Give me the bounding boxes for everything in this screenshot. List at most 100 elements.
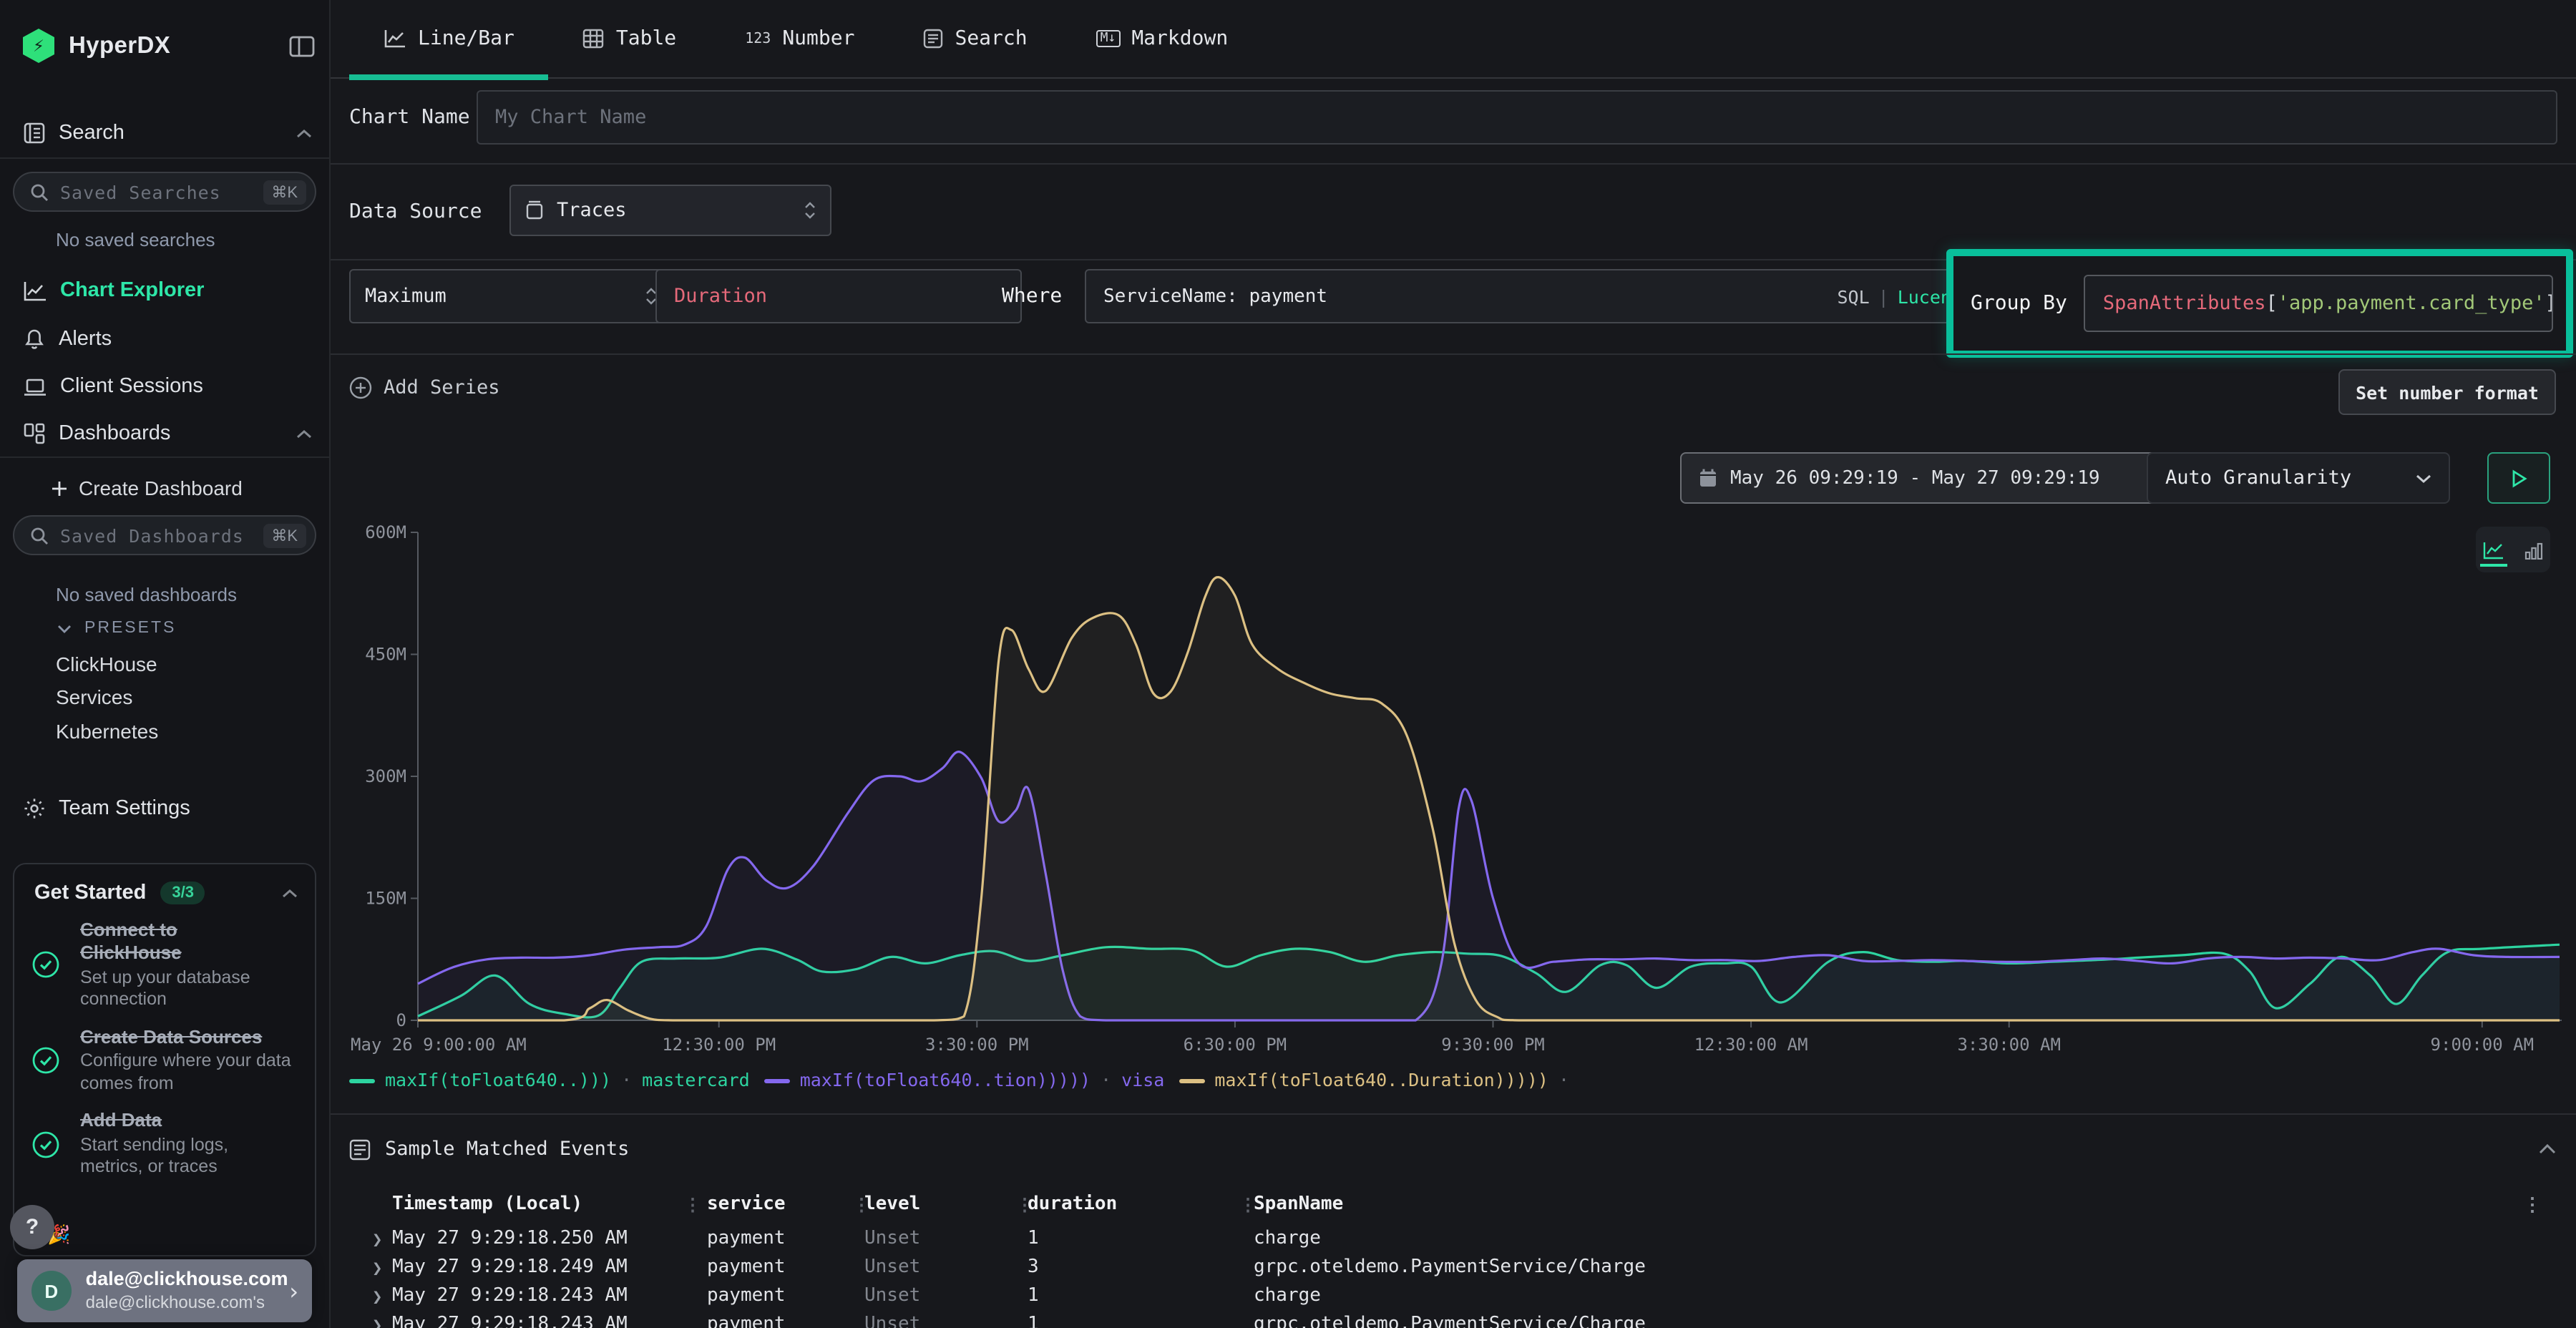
column-header[interactable]: Timestamp (Local) bbox=[392, 1193, 582, 1215]
help-button[interactable]: ? bbox=[10, 1205, 54, 1249]
table-row[interactable]: ❯May 27 9:29:18.243 AMpaymentUnset1charg… bbox=[329, 1285, 2576, 1314]
where-input[interactable]: ServiceName: payment SQL|Lucene bbox=[1085, 269, 1978, 323]
get-started-item[interactable]: Add DataStart sending logs, metrics, or … bbox=[14, 1095, 315, 1179]
list-icon bbox=[349, 1138, 371, 1160]
sidebar-item-team-settings[interactable]: Team Settings bbox=[23, 790, 312, 827]
get-started-item-subtitle: Configure where your data comes from bbox=[80, 1050, 295, 1095]
data-source-select[interactable]: Traces bbox=[509, 185, 831, 236]
team-settings-label: Team Settings bbox=[59, 797, 190, 820]
chart-legend: maxIf(toFloat640..)))·mastercard maxIf(to… bbox=[349, 1065, 1594, 1093]
legend-item[interactable]: maxIf(toFloat640..)))·mastercard bbox=[349, 1068, 750, 1090]
line-chart-icon bbox=[384, 29, 406, 49]
chart-name-input[interactable] bbox=[477, 90, 2557, 145]
tab-label: Markdown bbox=[1131, 27, 1228, 50]
svg-text:12:30:00 AM: 12:30:00 AM bbox=[1694, 1035, 1808, 1055]
column-header[interactable]: SpanName bbox=[1254, 1193, 1343, 1215]
granularity-value: Auto Granularity bbox=[2165, 467, 2351, 489]
table-cell: grpc.oteldemo.PaymentService/Charge bbox=[1254, 1256, 1646, 1278]
table-cell: charge bbox=[1254, 1228, 1321, 1249]
aggregation-value: Maximum bbox=[365, 285, 447, 308]
legend-swatch bbox=[764, 1078, 790, 1083]
tab-number[interactable]: 123 Number bbox=[711, 0, 889, 77]
table-cell: May 27 9:29:18.243 AM bbox=[392, 1285, 628, 1307]
user-email: dale@clickhouse.com bbox=[86, 1268, 287, 1292]
events-panel-header[interactable]: Sample Matched Events bbox=[349, 1131, 2556, 1168]
preset-item-kubernetes[interactable]: Kubernetes bbox=[56, 720, 158, 743]
field-input[interactable]: Duration bbox=[655, 269, 1022, 323]
column-header[interactable]: service bbox=[707, 1193, 786, 1215]
row-expand-icon[interactable]: ❯ bbox=[372, 1286, 382, 1307]
sidebar-item-client-sessions[interactable]: Client Sessions bbox=[23, 368, 312, 405]
create-dashboard-button[interactable]: Create Dashboard bbox=[52, 477, 243, 499]
get-started-item-subtitle: Set up your database connection bbox=[80, 967, 280, 1012]
preset-item-clickhouse[interactable]: ClickHouse bbox=[56, 653, 157, 675]
table-cell: Unset bbox=[864, 1314, 920, 1328]
chevron-up-icon[interactable] bbox=[2539, 1143, 2556, 1155]
add-series-button[interactable]: Add Series bbox=[349, 376, 500, 399]
table-row[interactable]: ❯May 27 9:29:18.250 AMpaymentUnset1charg… bbox=[329, 1228, 2576, 1256]
tab-markdown[interactable]: M↓ Markdown bbox=[1062, 0, 1263, 77]
svg-text:3:30:00 PM: 3:30:00 PM bbox=[925, 1035, 1029, 1055]
chevron-right-icon: › bbox=[287, 1277, 301, 1304]
sql-option[interactable]: SQL bbox=[1837, 285, 1869, 307]
logo-row: ⚡ HyperDX bbox=[23, 23, 315, 69]
user-profile-chip[interactable]: D dale@clickhouse.com dale@clickhouse.co… bbox=[17, 1259, 312, 1322]
row-expand-icon[interactable]: ❯ bbox=[372, 1258, 382, 1278]
legend-swatch bbox=[1179, 1078, 1204, 1083]
table-row[interactable]: ❯May 27 9:29:18.243 AMpaymentUnset1grpc.… bbox=[329, 1314, 2576, 1328]
database-icon bbox=[525, 200, 544, 220]
set-number-format-button[interactable]: Set number format bbox=[2338, 369, 2556, 415]
aggregation-select[interactable]: Maximum bbox=[349, 269, 673, 323]
sidebar-item-dashboards[interactable]: Dashboards bbox=[23, 415, 312, 452]
presets-toggle[interactable]: PRESETS bbox=[57, 620, 176, 637]
events-table-header: Timestamp (Local) ⋮ service ⋮ level ⋮ du… bbox=[329, 1193, 2576, 1225]
svg-text:May 26 9:00:00 AM: May 26 9:00:00 AM bbox=[351, 1035, 527, 1055]
run-query-button[interactable] bbox=[2487, 452, 2550, 504]
sidebar-item-label: Client Sessions bbox=[60, 375, 203, 398]
chevron-up-icon[interactable] bbox=[282, 888, 298, 898]
time-range-picker[interactable]: May 26 09:29:19 - May 27 09:29:19 bbox=[1680, 452, 2164, 504]
saved-searches-input[interactable]: Saved Searches ⌘K bbox=[13, 172, 316, 212]
column-header[interactable]: duration bbox=[1028, 1193, 1117, 1215]
create-dashboard-label: Create Dashboard bbox=[79, 477, 243, 499]
table-cell: Unset bbox=[864, 1228, 920, 1249]
divider bbox=[0, 456, 329, 458]
tab-line-bar[interactable]: Line/Bar bbox=[349, 0, 549, 77]
sidebar-item-chart-explorer[interactable]: Chart Explorer bbox=[23, 272, 312, 309]
chevron-up-icon[interactable] bbox=[296, 128, 312, 138]
check-circle-icon bbox=[31, 1046, 60, 1075]
sidebar-section-search[interactable]: Search bbox=[23, 114, 312, 152]
svg-text:3:30:00 AM: 3:30:00 AM bbox=[1957, 1035, 2061, 1055]
table-row[interactable]: ❯May 27 9:29:18.249 AMpaymentUnset3grpc.… bbox=[329, 1256, 2576, 1285]
column-resize-handle[interactable]: ⋮ bbox=[684, 1195, 701, 1215]
row-expand-icon[interactable]: ❯ bbox=[372, 1315, 382, 1328]
legend-item[interactable]: maxIf(toFloat640..Duration)))))· bbox=[1179, 1068, 1579, 1090]
row-expand-icon[interactable]: ❯ bbox=[372, 1229, 382, 1249]
get-started-progress-badge: 3/3 bbox=[160, 882, 205, 904]
saved-dashboards-input[interactable]: Saved Dashboards ⌘K bbox=[13, 515, 316, 555]
svg-text:600M: 600M bbox=[365, 524, 406, 542]
preset-item-services[interactable]: Services bbox=[56, 685, 132, 708]
table-icon bbox=[583, 29, 605, 49]
select-chevrons-icon bbox=[804, 202, 816, 219]
chevron-up-icon[interactable] bbox=[296, 429, 312, 439]
divider bbox=[329, 353, 2576, 355]
granularity-select[interactable]: Auto Granularity bbox=[2147, 452, 2450, 504]
get-started-item-subtitle: Start sending logs, metrics, or traces bbox=[80, 1134, 288, 1179]
sidebar-collapse-icon[interactable] bbox=[289, 35, 315, 57]
tab-search[interactable]: Search bbox=[889, 0, 1061, 77]
laptop-icon bbox=[23, 376, 47, 397]
app-root: ⚡ HyperDX Search Saved Searches ⌘K No sa… bbox=[0, 0, 2576, 1328]
query-language-toggle[interactable]: SQL|Lucene bbox=[1837, 285, 1962, 307]
sidebar-item-alerts[interactable]: Alerts bbox=[23, 321, 312, 358]
column-header[interactable]: level bbox=[864, 1193, 920, 1215]
svg-text:0: 0 bbox=[396, 1010, 406, 1030]
tab-table[interactable]: Table bbox=[549, 0, 711, 77]
legend-item[interactable]: maxIf(toFloat640..tion)))))·visa bbox=[764, 1068, 1165, 1090]
group-by-input[interactable]: SpanAttributes['app.payment.card_type'] bbox=[2084, 275, 2553, 332]
table-options-icon[interactable]: ⋮ bbox=[2523, 1195, 2542, 1216]
get-started-item[interactable]: Create Data SourcesConfigure where your … bbox=[14, 1012, 315, 1095]
timeseries-chart[interactable]: 0150M300M450M600MMay 26 9:00:00 AM12:30:… bbox=[351, 524, 2567, 1062]
get-started-item[interactable]: Connect to ClickHouseSet up your databas… bbox=[14, 904, 315, 1012]
tab-label: Number bbox=[782, 27, 854, 50]
